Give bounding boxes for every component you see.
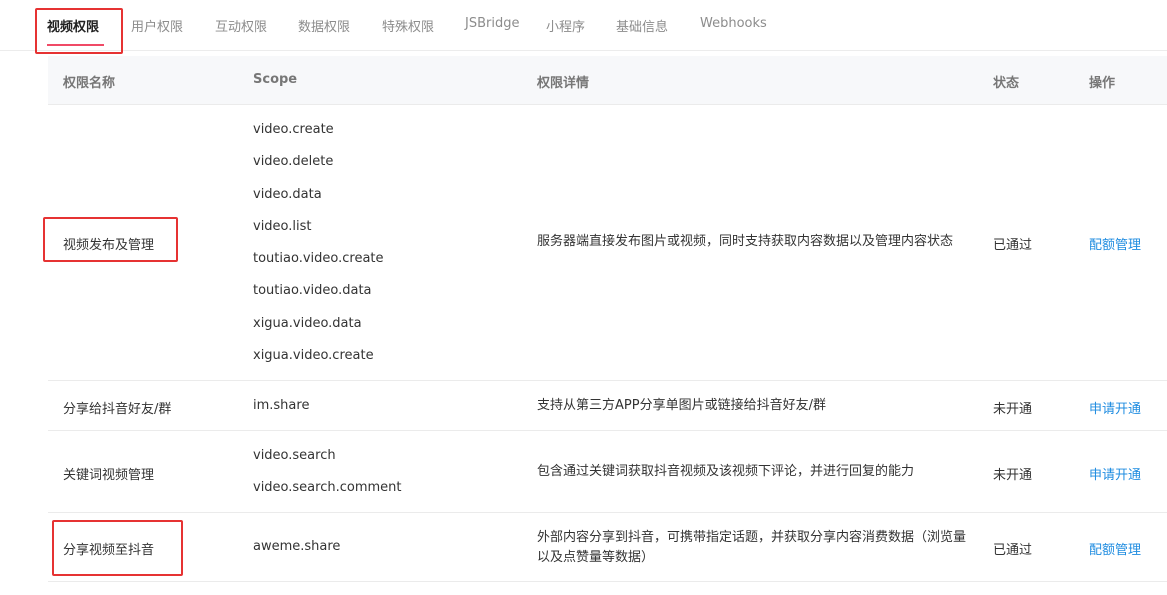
scope-item: video.list (253, 218, 312, 234)
table-header: 权限名称 Scope 权限详情 状态 操作 (48, 56, 1167, 105)
status-text: 已通过 (993, 238, 1033, 253)
scope-item: im.share (253, 398, 310, 413)
status-text: 未开通 (993, 402, 1033, 417)
table-row: 视频发布及管理 video.create video.delete video.… (48, 105, 1167, 381)
scope-item: video.data (253, 186, 322, 202)
permission-detail: 包含通过关键词获取抖音视频及该视频下评论，并进行回复的能力 (537, 464, 915, 479)
header-detail: 权限详情 (537, 76, 590, 91)
scope-item: toutiao.video.data (253, 283, 372, 299)
highlight-box-tab (35, 8, 123, 54)
scope-item: video.delete (253, 154, 334, 170)
scope-item: video.search (253, 448, 336, 463)
header-status: 状态 (993, 76, 1020, 91)
quota-manage-link[interactable]: 配额管理 (1089, 234, 1141, 253)
scope-item: aweme.share (253, 539, 341, 554)
tab-webhooks[interactable]: Webhooks (700, 16, 767, 31)
apply-open-link[interactable]: 申请开通 (1089, 464, 1141, 483)
permission-tabs: 视频权限 用户权限 互动权限 数据权限 特殊权限 JSBridge 小程序 基础… (0, 0, 1167, 51)
scope-list: video.create video.delete video.data vid… (253, 122, 384, 380)
apply-open-link[interactable]: 申请开通 (1089, 398, 1141, 417)
tab-data-permission[interactable]: 数据权限 (298, 16, 350, 35)
scope-item: video.create (253, 122, 334, 137)
scope-item: toutiao.video.create (253, 251, 384, 267)
permission-detail: 外部内容分享到抖音，可携带指定话题，并获取分享内容消费数据（浏览量以及点赞量等数… (537, 530, 967, 565)
header-scope: Scope (253, 72, 298, 87)
header-action: 操作 (1089, 76, 1116, 91)
tab-basic-info[interactable]: 基础信息 (616, 16, 668, 35)
highlight-box-video-publish (43, 217, 178, 262)
header-name: 权限名称 (63, 76, 116, 91)
tab-user-permission[interactable]: 用户权限 (131, 16, 183, 35)
status-text: 已通过 (993, 543, 1033, 558)
tab-interaction-permission[interactable]: 互动权限 (215, 16, 267, 35)
highlight-box-share-video (52, 520, 183, 576)
permission-name: 关键词视频管理 (63, 468, 155, 483)
table-row: 分享给抖音好友/群 im.share 支持从第三方APP分享单图片或链接给抖音好… (48, 381, 1167, 431)
permission-detail: 服务器端直接发布图片或视频，同时支持获取内容数据以及管理内容状态 (537, 234, 954, 249)
quota-manage-link[interactable]: 配额管理 (1089, 539, 1141, 558)
tab-jsbridge[interactable]: JSBridge (465, 16, 519, 31)
scope-item: xigua.video.data (253, 315, 362, 331)
permission-detail: 支持从第三方APP分享单图片或链接给抖音好友/群 (537, 398, 826, 413)
scope-list: video.search video.search.comment (253, 448, 402, 512)
table-row: 关键词视频管理 video.search video.search.commen… (48, 431, 1167, 513)
scope-item: xigua.video.create (253, 348, 374, 364)
scope-item: video.search.comment (253, 480, 402, 495)
permission-name: 分享给抖音好友/群 (63, 402, 172, 417)
table-row: 分享视频至抖音 aweme.share 外部内容分享到抖音，可携带指定话题，并获… (48, 513, 1167, 582)
tab-mini-program[interactable]: 小程序 (546, 16, 585, 35)
tab-special-permission[interactable]: 特殊权限 (382, 16, 434, 35)
status-text: 未开通 (993, 468, 1033, 483)
